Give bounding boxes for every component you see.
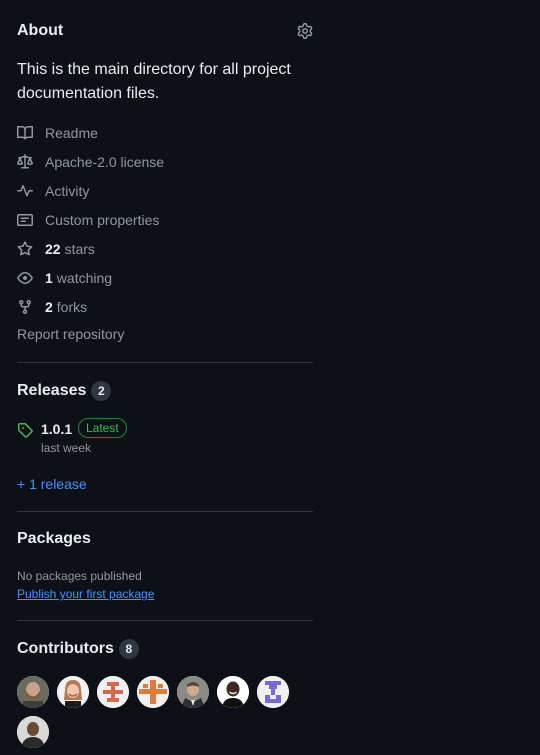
avatar[interactable] xyxy=(177,676,209,708)
stars-label: stars xyxy=(64,241,95,257)
avatar-photo-man-dark xyxy=(17,716,49,748)
contributors-count: 8 xyxy=(118,639,139,659)
avatar[interactable] xyxy=(257,676,289,708)
custom-properties-label: Custom properties xyxy=(45,212,160,228)
avatar[interactable] xyxy=(97,676,129,708)
publish-package-link[interactable]: Publish your first package xyxy=(17,587,154,601)
license-link[interactable]: Apache-2.0 license xyxy=(17,152,164,172)
divider xyxy=(17,620,313,621)
repo-forked-icon xyxy=(19,300,31,315)
release-version[interactable]: 1.0.1 xyxy=(41,421,72,437)
avatar-identicon-purple xyxy=(257,676,289,708)
avatar[interactable] xyxy=(137,676,169,708)
packages-heading[interactable]: Packages xyxy=(17,530,91,548)
forks-label: forks xyxy=(56,299,88,315)
contributors-heading[interactable]: Contributors 8 xyxy=(17,639,139,659)
gear-icon[interactable] xyxy=(297,23,313,39)
latest-badge: Latest xyxy=(78,418,127,438)
note-icon xyxy=(17,214,33,226)
avatar-identicon-red xyxy=(97,676,129,708)
avatar-photo-man-smiling xyxy=(217,676,249,708)
releases-title: Releases xyxy=(17,382,87,399)
avatar[interactable] xyxy=(57,676,89,708)
watchers-link[interactable]: 1 watching xyxy=(17,268,112,288)
avatar-identicon-orange xyxy=(137,676,169,708)
eye-icon xyxy=(17,272,33,284)
watching-label: watching xyxy=(56,270,113,286)
license-label: Apache-2.0 license xyxy=(45,154,165,170)
avatar[interactable] xyxy=(217,676,249,708)
more-releases-link[interactable]: + 1 release xyxy=(17,476,87,492)
activity-link[interactable]: Activity xyxy=(17,181,89,201)
watching-count: 1 xyxy=(45,270,53,286)
divider xyxy=(17,362,313,363)
stars-link[interactable]: 22 stars xyxy=(17,239,95,259)
contributors-title: Contributors xyxy=(17,640,114,657)
pulse-icon xyxy=(17,185,33,197)
no-packages-text: No packages published xyxy=(17,569,142,583)
releases-heading[interactable]: Releases 2 xyxy=(17,381,112,401)
report-repository-link[interactable]: Report repository xyxy=(17,326,124,342)
stars-count: 22 xyxy=(45,241,61,257)
divider xyxy=(17,511,313,512)
activity-label: Activity xyxy=(45,183,90,199)
packages-title: Packages xyxy=(17,530,91,547)
avatar-photo-man-suit xyxy=(177,676,209,708)
avatar[interactable] xyxy=(17,676,49,708)
avatar-photo-bearded-man xyxy=(17,676,49,708)
forks-link[interactable]: 2 forks xyxy=(17,297,87,317)
releases-count: 2 xyxy=(91,381,112,401)
book-icon xyxy=(17,125,33,140)
latest-release[interactable]: 1.0.1 Latest last week xyxy=(17,418,313,460)
custom-properties-link[interactable]: Custom properties xyxy=(17,210,159,230)
release-date: last week xyxy=(41,441,92,455)
repo-description: This is the main directory for all proje… xyxy=(17,61,291,102)
readme-label: Readme xyxy=(45,125,98,141)
star-icon xyxy=(17,241,33,256)
forks-count: 2 xyxy=(45,299,53,315)
about-title: About xyxy=(17,22,64,39)
avatar[interactable] xyxy=(17,716,49,748)
law-scale-icon xyxy=(17,154,33,169)
avatar-photo-woman xyxy=(57,676,89,708)
readme-link[interactable]: Readme xyxy=(17,123,98,143)
tag-icon xyxy=(18,423,33,438)
about-header: About xyxy=(17,20,313,42)
